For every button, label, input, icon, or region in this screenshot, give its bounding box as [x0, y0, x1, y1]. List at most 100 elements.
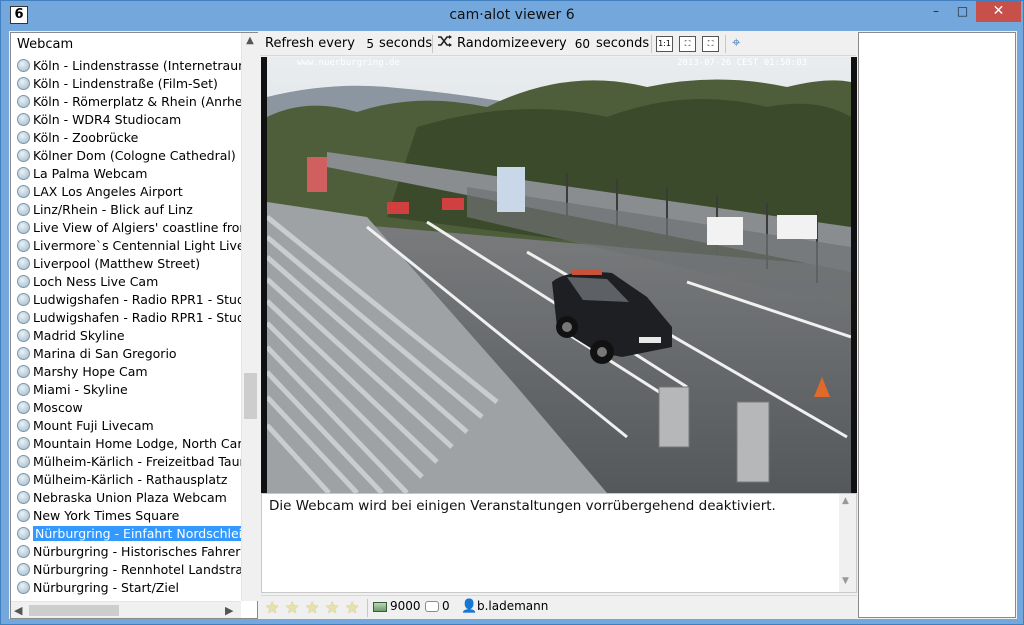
horizontal-scrollbar[interactable]: ◀ ▶	[11, 601, 241, 618]
webcam-list[interactable]: Webcam Köln - Lindenstrasse (Internetrau…	[10, 32, 258, 619]
uploader-name[interactable]: b.lademann	[477, 599, 548, 613]
list-item[interactable]: Livermore`s Centennial Light Live Cam	[11, 237, 241, 255]
list-column-header[interactable]: Webcam	[11, 33, 241, 57]
globe-icon	[17, 419, 30, 432]
refresh-label: Refresh every	[265, 36, 355, 51]
list-item-label: Mülheim-Kärlich - Freizeitbad Tauris	[33, 454, 241, 469]
zoom-fullscreen-button[interactable]: ⛶	[702, 36, 719, 52]
list-item-label: Köln - Zoobrücke	[33, 130, 139, 145]
horizontal-scroll-thumb[interactable]	[29, 605, 119, 616]
list-item-label: Nürburgring - Start/Ziel	[33, 580, 179, 595]
scroll-left-icon[interactable]: ◀	[14, 602, 22, 619]
globe-icon	[17, 113, 30, 126]
list-item[interactable]: Köln - Zoobrücke	[11, 129, 241, 147]
scroll-up-icon[interactable]: ▲	[242, 35, 258, 51]
title-bar[interactable]: 6 cam·alot viewer 6 – □ ✕	[1, 1, 1023, 29]
list-item[interactable]: Linz/Rhein - Blick auf Linz	[11, 201, 241, 219]
list-item[interactable]: Liverpool (Matthew Street)	[11, 255, 241, 273]
globe-icon	[17, 401, 30, 414]
scroll-thumb[interactable]	[244, 373, 257, 419]
list-item[interactable]: Nebraska Union Plaza Webcam	[11, 489, 241, 507]
zoom-fit-button[interactable]: ⛶	[679, 36, 696, 52]
globe-icon	[17, 239, 30, 252]
list-item-label: La Palma Webcam	[33, 166, 148, 181]
crosshair-icon[interactable]: ⌖	[732, 33, 740, 51]
client-area: Webcam Köln - Lindenstrasse (Internetrau…	[9, 31, 1017, 619]
list-item[interactable]: Miami - Skyline	[11, 381, 241, 399]
list-item-label: Mountain Home Lodge, North Carolina	[33, 436, 241, 451]
window-title: cam·alot viewer 6	[449, 7, 575, 23]
list-item-label: LAX Los Angeles Airport	[33, 184, 183, 199]
user-icon: 👤	[461, 599, 478, 614]
webcam-image: www.nuerburgring.de 2013-07-26 CEST 01:5…	[267, 57, 851, 493]
list-item-label: Köln - Lindenstraße (Film-Set)	[33, 76, 218, 91]
minimize-button[interactable]: –	[922, 1, 950, 22]
globe-icon	[17, 131, 30, 144]
comment-count: 0	[442, 599, 450, 613]
list-item[interactable]: La Palma Webcam	[11, 165, 241, 183]
description-scrollbar[interactable]: ▲ ▼	[839, 494, 856, 592]
rating-star-icon[interactable]: ★	[345, 598, 359, 617]
globe-icon	[17, 437, 30, 450]
close-button[interactable]: ✕	[976, 1, 1021, 22]
rating-star-icon[interactable]: ★	[285, 598, 299, 617]
globe-icon	[17, 149, 30, 162]
list-item[interactable]: Moscow	[11, 399, 241, 417]
list-item[interactable]: Nürburgring - Rennhotel Landstraße B2	[11, 561, 241, 579]
list-item[interactable]: Nürburgring - Start/Ziel	[11, 579, 241, 597]
vertical-scrollbar[interactable]: ▲	[241, 33, 258, 601]
list-item[interactable]: LAX Los Angeles Airport	[11, 183, 241, 201]
globe-icon	[17, 275, 30, 288]
list-item-label: Nürburgring - Einfahrt Nordschleife	[33, 526, 241, 541]
list-item-label: Mülheim-Kärlich - Rathausplatz	[33, 472, 228, 487]
list-item-label: Ludwigshafen - Radio RPR1 - Studioca	[33, 292, 241, 307]
image-overlay-site: www.nuerburgring.de	[297, 58, 400, 68]
list-item[interactable]: Mount Fuji Livecam	[11, 417, 241, 435]
globe-icon	[17, 545, 30, 558]
description-panel[interactable]: Die Webcam wird bei einigen Veranstaltun…	[261, 493, 857, 593]
globe-icon	[17, 347, 30, 360]
list-item[interactable]: Köln - Lindenstrasse (Internetraum)	[11, 57, 241, 75]
list-item-label: Liverpool (Matthew Street)	[33, 256, 201, 271]
rating-star-icon[interactable]: ★	[265, 598, 279, 617]
list-item[interactable]: Loch Ness Live Cam	[11, 273, 241, 291]
list-item[interactable]: Live View of Algiers' coastline from Sh	[11, 219, 241, 237]
globe-icon	[17, 257, 30, 270]
list-item[interactable]: Köln - WDR4 Studiocam	[11, 111, 241, 129]
list-item[interactable]: Marina di San Gregorio	[11, 345, 241, 363]
list-item[interactable]: Köln - Römerplatz & Rhein (Anrheiner)	[11, 93, 241, 111]
list-item-label: Köln - Römerplatz & Rhein (Anrheiner)	[33, 94, 241, 109]
randomize-button[interactable]: Randomize	[457, 35, 529, 53]
list-item[interactable]: Ludwigshafen - Radio RPR1 - Studioca	[11, 309, 241, 327]
zoom-actual-size-button[interactable]: 1:1	[656, 36, 673, 52]
maximize-button[interactable]: □	[949, 1, 976, 22]
list-item[interactable]: Köln - Lindenstraße (Film-Set)	[11, 75, 241, 93]
list-item[interactable]: Ludwigshafen - Radio RPR1 - Studioca	[11, 291, 241, 309]
refresh-unit-label: seconds	[379, 36, 433, 51]
list-item[interactable]: Nürburgring - Historisches Fahrerlager	[11, 543, 241, 561]
list-item[interactable]: Mülheim-Kärlich - Rathausplatz	[11, 471, 241, 489]
toolbar-separator	[725, 35, 726, 53]
list-item[interactable]: Nürburgring - Einfahrt Nordschleife	[11, 525, 241, 543]
list-item[interactable]: Mülheim-Kärlich - Freizeitbad Tauris	[11, 453, 241, 471]
globe-icon	[17, 185, 30, 198]
scroll-down-icon[interactable]: ▼	[842, 576, 849, 586]
right-panel	[858, 32, 1016, 618]
list-item[interactable]: Kölner Dom (Cologne Cathedral)	[11, 147, 241, 165]
list-item-label: Marina di San Gregorio	[33, 346, 177, 361]
comment-icon[interactable]	[425, 601, 439, 612]
list-item-label: Livermore`s Centennial Light Live Cam	[33, 238, 241, 253]
rating-star-icon[interactable]: ★	[325, 598, 339, 617]
list-item[interactable]: Madrid Skyline	[11, 327, 241, 345]
rating-star-icon[interactable]: ★	[305, 598, 319, 617]
list-item[interactable]: Mountain Home Lodge, North Carolina	[11, 435, 241, 453]
randomize-interval-input[interactable]: 60	[574, 35, 590, 53]
list-item[interactable]: New York Times Square	[11, 507, 241, 525]
scroll-up-icon[interactable]: ▲	[842, 496, 849, 506]
globe-icon	[17, 491, 30, 504]
shuffle-icon[interactable]	[437, 34, 453, 52]
list-item[interactable]: Marshy Hope Cam	[11, 363, 241, 381]
toolbar-separator	[651, 35, 652, 53]
refresh-interval-input[interactable]: 5	[360, 35, 374, 53]
scroll-right-icon[interactable]: ▶	[225, 602, 233, 619]
